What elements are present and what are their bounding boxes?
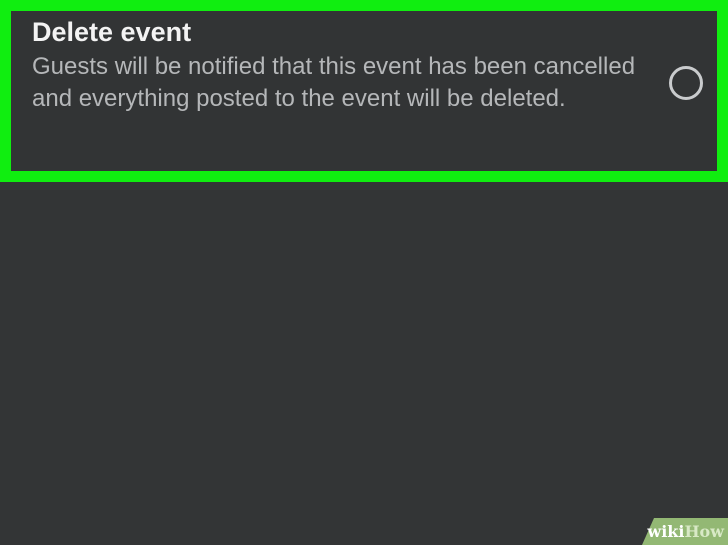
watermark-wiki: wiki [647,522,685,541]
radio-button[interactable] [668,65,704,101]
watermark-badge-icon [642,518,728,545]
radio-unselected-icon [669,66,703,100]
delete-event-option[interactable]: Delete event Guests will be notified tha… [0,0,728,182]
option-description: Guests will be notified that this event … [32,53,636,112]
wikihow-logo: wikiHow [642,518,728,545]
watermark-text: wikiHow [647,522,724,542]
watermark-how: How [684,522,724,541]
option-title: Delete event [32,17,192,47]
